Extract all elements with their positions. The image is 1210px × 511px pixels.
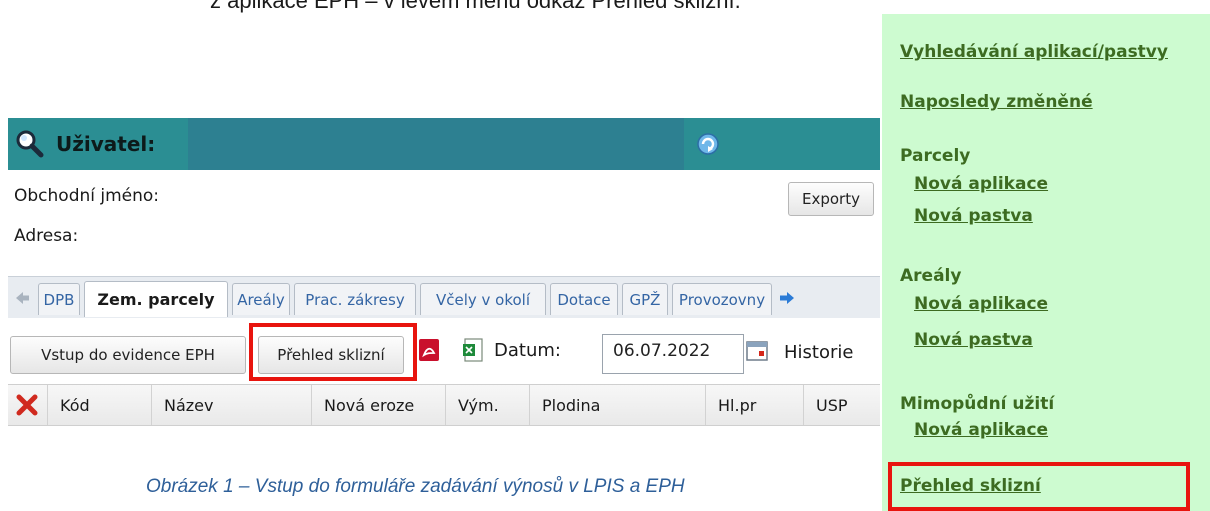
delete-icon[interactable] (16, 394, 38, 416)
col-nazev[interactable]: Název (152, 385, 312, 425)
subject-info: Obchodní jméno: Adresa: Exporty (8, 170, 880, 268)
tab-bar: DPB Zem. parcely Areály Prac. zákresy Vč… (8, 276, 880, 320)
lpis-screenshot: Uživatel: Obchodní jméno: Adresa: Export… (8, 118, 880, 430)
tab-dpb[interactable]: DPB (38, 283, 80, 315)
enter-eph-button[interactable]: Vstup do evidence EPH (10, 336, 246, 374)
tab-prac-zakresy[interactable]: Prac. zákresy (294, 283, 416, 315)
col-kod[interactable]: Kód (48, 385, 152, 425)
user-name-field (188, 118, 684, 170)
toolbar: Vstup do evidence EPH Přehled sklizní Da… (8, 318, 880, 380)
search-icon[interactable] (14, 128, 44, 158)
menu-areas-heading: Areály (900, 266, 962, 286)
user-label: Uživatel: (56, 132, 156, 156)
menu-nonagri-new-app[interactable]: Nová aplikace (914, 420, 1048, 440)
tab-dotace[interactable]: Dotace (550, 283, 618, 315)
address-label: Adresa: (14, 226, 79, 246)
history-label: Historie (784, 342, 854, 363)
col-nova-eroze[interactable]: Nová eroze (312, 385, 446, 425)
refresh-icon[interactable] (696, 132, 720, 156)
left-menu-panel: Vyhledávání aplikací/pastvy Naposledy zm… (882, 14, 1210, 511)
tab-provozovny[interactable]: Provozovny (672, 283, 772, 315)
menu-areas-new-pasture[interactable]: Nová pastva (914, 330, 1033, 350)
menu-parcels-new-app[interactable]: Nová aplikace (914, 174, 1048, 194)
highlight-harvest-link (888, 462, 1190, 511)
highlight-harvest-button (249, 323, 417, 381)
date-label: Datum: (494, 340, 561, 361)
arrow-left-icon[interactable] (14, 290, 30, 306)
col-hlpr[interactable]: Hl.pr (706, 385, 804, 425)
pdf-icon[interactable] (418, 338, 440, 362)
figure-caption: Obrázek 1 – Vstup do formuláře zadávání … (146, 476, 685, 497)
tab-vcely-v-okoli[interactable]: Včely v okolí (420, 283, 546, 315)
delete-column[interactable] (8, 385, 48, 425)
business-name-label: Obchodní jméno: (14, 186, 160, 206)
col-usp[interactable]: USP (804, 385, 880, 425)
col-plodina[interactable]: Plodina (530, 385, 706, 425)
menu-parcels-heading: Parcely (900, 146, 971, 166)
arrow-right-icon[interactable] (778, 290, 796, 306)
menu-recent-link[interactable]: Naposledy změněné (900, 92, 1093, 112)
calendar-icon[interactable] (746, 340, 768, 362)
tab-gpz[interactable]: GPŽ (622, 283, 668, 315)
exports-button[interactable]: Exporty (788, 182, 874, 216)
excel-icon[interactable] (462, 338, 484, 362)
tab-zem-parcely[interactable]: Zem. parcely (84, 281, 228, 317)
parcels-table-header: Kód Název Nová eroze Vým. Plodina Hl.pr … (8, 384, 880, 426)
menu-parcels-new-pasture[interactable]: Nová pastva (914, 206, 1033, 226)
menu-areas-new-app[interactable]: Nová aplikace (914, 294, 1048, 314)
menu-search-link[interactable]: Vyhledávání aplikací/pastvy (900, 42, 1168, 62)
menu-nonagri-heading: Mimopůdní užití (900, 394, 1055, 414)
tab-arealy[interactable]: Areály (232, 283, 290, 315)
col-vym[interactable]: Vým. (446, 385, 530, 425)
intro-text: z aplikace EPH – v levém menu odkaz Přeh… (210, 0, 741, 13)
date-input[interactable]: 06.07.2022 (602, 334, 744, 374)
